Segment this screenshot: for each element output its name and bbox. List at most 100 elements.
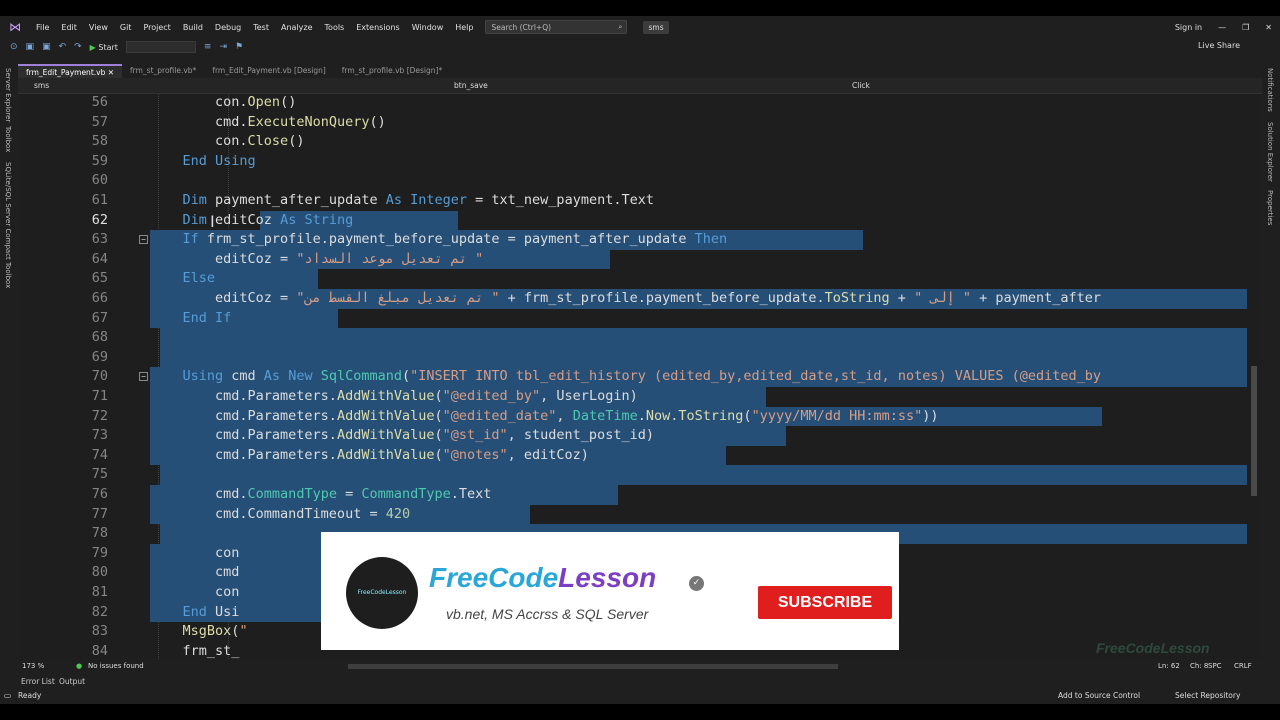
object-dropdown[interactable]: btn_save [454, 81, 488, 90]
code-line[interactable]: con.Close() [150, 132, 304, 152]
subscribe-button[interactable]: SUBSCRIBE [758, 586, 892, 619]
tab-label: frm_st_profile.vb [Design]* [341, 66, 443, 75]
close-icon[interactable]: ✕ [108, 68, 114, 77]
collapse-icon[interactable]: − [139, 235, 148, 245]
bookmark-icon[interactable]: ⚑ [231, 42, 247, 52]
menu-view[interactable]: View [83, 23, 114, 32]
line-number: 84 [91, 642, 108, 659]
tab-frm-edit-payment[interactable]: frm_Edit_Payment.vb ✕ [18, 64, 123, 78]
notifications-tab[interactable]: Notifications [1266, 68, 1274, 112]
sqlite-toolbox-tab[interactable]: SQLite/SQL Server Compact Toolbox [4, 162, 12, 288]
menu-file[interactable]: File [30, 23, 55, 32]
code-line[interactable]: Else [150, 269, 216, 289]
status-ready: Ready [18, 691, 42, 700]
code-line[interactable]: End Usi [150, 603, 240, 623]
indent-icon[interactable]: ⇥ [215, 42, 231, 52]
menu-edit[interactable]: Edit [55, 23, 83, 32]
add-source-control-button[interactable]: Add to Source Control [1058, 691, 1140, 700]
code-line[interactable]: con [150, 544, 239, 564]
properties-tab[interactable]: Properties [1266, 190, 1274, 225]
start-button[interactable]: ▶ Start [86, 43, 122, 52]
horizontal-scrollbar[interactable] [348, 664, 838, 669]
code-line[interactable]: cmd.Parameters.AddWithValue("@st_id", st… [150, 426, 654, 446]
collapse-icon[interactable]: − [139, 372, 148, 382]
code-line[interactable]: cmd.Parameters.AddWithValue("@notes", ed… [150, 446, 589, 466]
tab-label: frm_Edit_Payment.vb [Design] [212, 66, 326, 75]
menu-debug[interactable]: Debug [209, 23, 247, 32]
code-line[interactable]: Using cmd As New SqlCommand("INSERT INTO… [150, 367, 1102, 387]
channel-tagline: vb.net, MS Accrss & SQL Server [446, 606, 649, 622]
menu-git[interactable]: Git [114, 23, 138, 32]
sign-in-link[interactable]: Sign in [1167, 23, 1210, 32]
redo-icon[interactable]: ↷ [70, 42, 86, 52]
code-line[interactable]: cmd [150, 563, 239, 583]
code-line[interactable]: cmd.CommandTimeout = 420 [150, 505, 410, 525]
tab-frm-st-profile-design[interactable]: frm_st_profile.vb [Design]* [334, 64, 450, 78]
line-number: 71 [91, 388, 108, 404]
menu-extensions[interactable]: Extensions [350, 23, 405, 32]
selection-highlight [160, 328, 1247, 348]
line-number: 70 [91, 368, 108, 385]
channel-brand: FreeCodeLesson [429, 562, 656, 594]
menu-window[interactable]: Window [406, 23, 450, 32]
menu-project[interactable]: Project [137, 23, 176, 32]
line-number: Ln: 62 [1158, 662, 1180, 670]
code-line[interactable]: If frm_st_profile.payment_before_update … [150, 230, 728, 250]
toolbox-tab[interactable]: Toolbox [4, 126, 12, 152]
scrollbar-thumb[interactable] [1251, 366, 1257, 496]
line-number: 80 [91, 564, 108, 581]
select-repository-button[interactable]: Select Repository [1175, 691, 1240, 700]
line-number: 66 [91, 290, 108, 306]
event-dropdown[interactable]: Click [852, 81, 870, 90]
save-icon[interactable]: ▣ [22, 42, 39, 52]
vertical-scrollbar[interactable] [1247, 94, 1262, 659]
tab-frm-st-profile[interactable]: frm_st_profile.vb* [122, 64, 204, 78]
menu-help[interactable]: Help [449, 23, 479, 32]
menu-analyze[interactable]: Analyze [275, 23, 319, 32]
menu-tools[interactable]: Tools [319, 23, 351, 32]
channel-watermark: FreeCodeLesson [1096, 640, 1210, 656]
line-number: 64 [91, 250, 108, 267]
line-number: 57 [91, 113, 108, 130]
code-line[interactable]: con [150, 583, 239, 603]
menu-build[interactable]: Build [177, 23, 209, 32]
configuration-dropdown[interactable] [125, 41, 196, 53]
comment-icon[interactable]: ≡ [200, 42, 216, 52]
code-line[interactable]: frm_st_ [150, 642, 240, 659]
code-line[interactable]: cmd.CommandType = CommandType.Text [150, 485, 491, 505]
line-number: 82 [91, 603, 108, 620]
code-line[interactable]: cmd.ExecuteNonQuery() [150, 113, 386, 133]
menu-bar: ⋈ File Edit View Git Project Build Debug… [0, 16, 1280, 38]
code-line[interactable]: cmd.Parameters.AddWithValue("@edited_dat… [150, 407, 939, 427]
zoom-level[interactable]: 173 % [22, 662, 44, 670]
close-button[interactable]: ✕ [1257, 23, 1280, 32]
save-all-icon[interactable]: ▣ [38, 42, 55, 52]
project-dropdown[interactable]: sms [34, 81, 49, 90]
tab-frm-edit-payment-design[interactable]: frm_Edit_Payment.vb [Design] [204, 64, 333, 78]
line-number: 58 [91, 133, 108, 150]
code-line[interactable]: End If [150, 309, 232, 329]
code-line[interactable]: Dim payment_after_update As Integer = tx… [150, 191, 654, 211]
code-line[interactable]: con.Open() [150, 94, 296, 113]
issues-indicator[interactable]: No issues found [88, 662, 144, 670]
line-ending[interactable]: CRLF [1234, 662, 1252, 670]
error-list-tab[interactable]: Error List [21, 677, 55, 686]
maximize-button[interactable]: ❐ [1234, 23, 1257, 32]
whitespace-mode[interactable]: SPC [1208, 662, 1222, 670]
navigate-back-icon[interactable]: ⊙ [6, 42, 22, 52]
tab-label: frm_Edit_Payment.vb [26, 68, 106, 77]
code-line[interactable]: editCoz = "تم تعديل مبلغ القسط من " + fr… [150, 289, 1101, 309]
code-line[interactable]: End Using [150, 152, 256, 172]
output-tab[interactable]: Output [59, 677, 85, 686]
menu-test[interactable]: Test [247, 23, 275, 32]
server-explorer-tab[interactable]: Server Explorer [4, 68, 12, 122]
undo-icon[interactable]: ↶ [55, 42, 71, 52]
code-line[interactable]: Dim editCoz As String [150, 211, 354, 231]
solution-explorer-tab[interactable]: Solution Explorer [1266, 122, 1274, 182]
minimize-button[interactable]: — [1210, 23, 1234, 32]
live-share-button[interactable]: Live Share [1198, 41, 1240, 50]
search-box[interactable]: Search (Ctrl+Q) ⌕ [485, 20, 628, 34]
code-line[interactable]: editCoz = "تم تعديل موعد السداد " [150, 250, 483, 270]
code-line[interactable]: cmd.Parameters.AddWithValue("@edited_by"… [150, 387, 638, 407]
line-number: 69 [91, 348, 108, 365]
